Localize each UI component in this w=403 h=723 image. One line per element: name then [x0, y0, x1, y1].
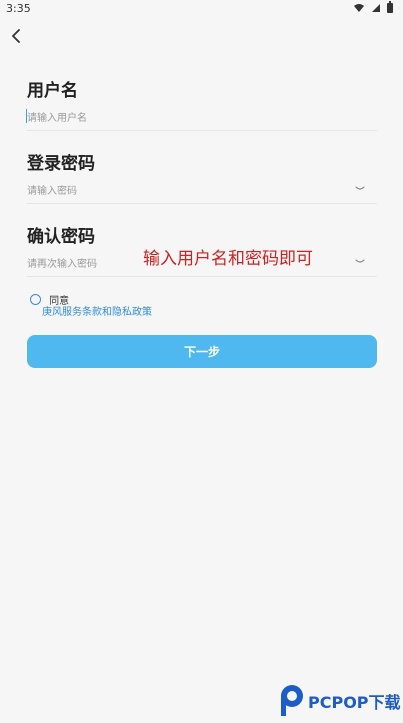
next-button[interactable]: 下一步 [27, 335, 377, 368]
battery-icon [387, 1, 393, 13]
eye-closed-icon[interactable] [355, 186, 365, 192]
username-placeholder: 请输入用户名 [27, 112, 87, 124]
password-field[interactable]: 请输入密码 [27, 175, 377, 204]
chevron-left-icon [12, 29, 20, 43]
policy-link[interactable]: 庚风服务条款和隐私政策 [42, 303, 152, 318]
eye-closed-icon[interactable] [355, 259, 365, 265]
status-bar: 3:35 [0, 0, 403, 16]
watermark: PCPOP下载 [280, 683, 402, 719]
username-field[interactable]: 请输入用户名 [26, 102, 377, 131]
annotation-text: 输入用户名和密码即可 [143, 249, 313, 269]
agreement-checkbox[interactable] [30, 294, 41, 305]
confirm-password-placeholder: 请再次输入密码 [27, 258, 97, 270]
next-button-label: 下一步 [183, 345, 220, 359]
signal-icon [372, 4, 380, 12]
password-title: 登录密码 [27, 154, 95, 174]
confirm-password-title: 确认密码 [27, 227, 95, 247]
back-button[interactable] [8, 28, 24, 44]
password-placeholder: 请输入密码 [27, 185, 77, 197]
text-cursor [26, 109, 27, 123]
status-icons [353, 1, 393, 13]
watermark-text: PCPOP下载 [308, 693, 401, 712]
wifi-icon [354, 4, 364, 12]
pcpop-logo-icon [281, 685, 303, 716]
username-title: 用户名 [27, 81, 78, 101]
status-time: 3:35 [6, 2, 31, 15]
